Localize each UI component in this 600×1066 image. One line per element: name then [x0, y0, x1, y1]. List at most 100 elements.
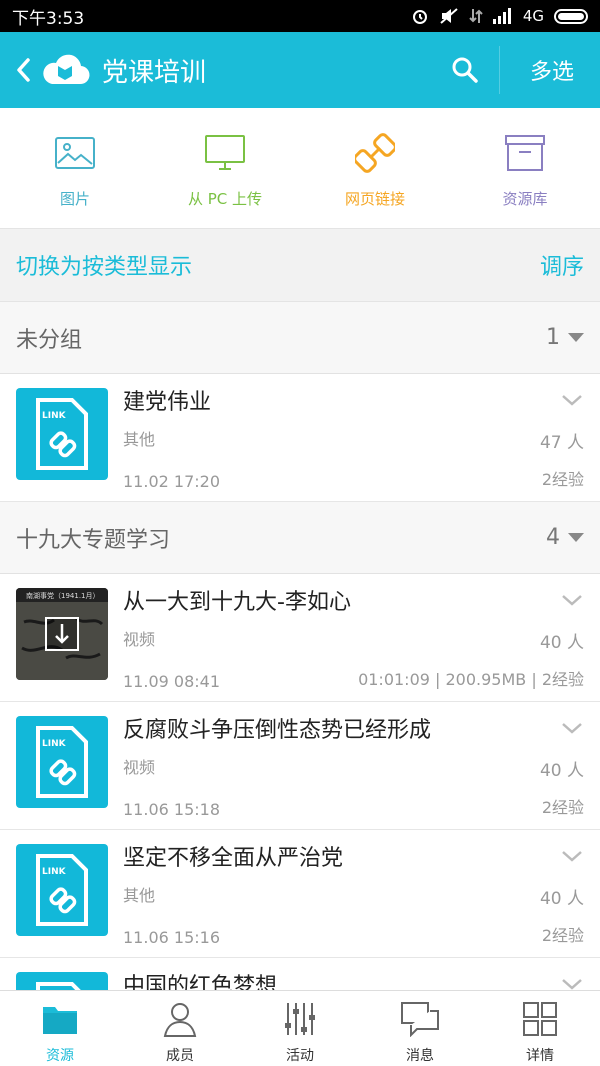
list-item[interactable]: LINK 反腐败斗争压倒性态势已经形成 视频 11.06 15:18 40 人 … [0, 702, 600, 830]
link-thumbnail: LINK [16, 972, 108, 990]
status-time: 下午3:53 [12, 8, 85, 29]
item-meta: 2经验 [541, 926, 584, 945]
archive-box-icon [505, 132, 545, 174]
link-thumbnail: LINK [16, 388, 108, 480]
item-views: 40 人 [539, 889, 584, 909]
video-frame-icon: 南湖事党（1941.1月） [16, 588, 108, 680]
upload-link-label: 网页链接 [344, 190, 405, 208]
tab-members-label: 成员 [166, 1048, 194, 1064]
video-caption: 南湖事党（1941.1月） [26, 591, 100, 600]
item-info: 坚定不移全面从严治党 其他 11.06 15:16 [123, 844, 584, 957]
tab-resources[interactable]: 资源 [0, 991, 120, 1066]
dropdown-triangle-icon [568, 533, 584, 542]
network-type: 4G [522, 7, 544, 25]
group-count-value: 1 [546, 325, 560, 350]
back-button[interactable] [8, 32, 38, 108]
header-divider [499, 46, 500, 94]
item-title: 建党伟业 [123, 390, 212, 415]
battery-icon [554, 8, 588, 24]
item-date: 11.06 15:18 [123, 800, 220, 819]
group-header[interactable]: 十九大专题学习 4 [0, 502, 600, 574]
item-category: 其他 [123, 430, 156, 449]
resource-list: 未分组 1 LINK 建党伟业 其他 11.02 17:20 47 人 2经验 … [0, 302, 600, 990]
item-info: 反腐败斗争压倒性态势已经形成 视频 11.06 15:18 [123, 716, 584, 829]
chevron-down-icon[interactable] [560, 388, 584, 412]
sliders-icon [283, 999, 317, 1039]
back-arrow-icon [17, 58, 30, 82]
mute-icon [439, 7, 459, 25]
search-button[interactable] [435, 32, 495, 108]
link-badge-text: LINK [42, 739, 67, 749]
tab-details[interactable]: 详情 [480, 991, 600, 1066]
item-views: 40 人 [539, 633, 584, 653]
chevron-down-icon[interactable] [560, 716, 584, 740]
group-count-value: 4 [546, 525, 560, 550]
list-item[interactable]: 南湖事党（1941.1月） 从一大到十九大-李如心 视频 11.09 08:41… [0, 574, 600, 702]
tab-details-label: 详情 [526, 1048, 554, 1064]
search-icon [452, 57, 478, 83]
page-title: 党课培训 [102, 57, 207, 88]
item-title: 坚定不移全面从严治党 [123, 846, 344, 871]
link-icon [355, 132, 395, 174]
upload-image-button[interactable]: 图片 [0, 108, 150, 228]
item-info: 中国的红色梦想 [123, 972, 584, 990]
tab-resources-label: 资源 [46, 1048, 74, 1064]
item-category: 视频 [123, 758, 156, 777]
upload-pc-button[interactable]: 从 PC 上传 [150, 108, 300, 228]
item-views: 47 人 [539, 433, 584, 453]
group-name: 未分组 [16, 327, 83, 353]
chat-icon [401, 999, 439, 1039]
group-count: 4 [546, 525, 584, 550]
signal-icon [492, 8, 513, 24]
person-icon [163, 999, 197, 1039]
bottom-nav: 资源 成员 活动 消息 详情 [0, 990, 600, 1066]
tab-messages[interactable]: 消息 [360, 991, 480, 1066]
folder-icon [42, 999, 78, 1039]
chevron-down-icon[interactable] [560, 972, 584, 990]
link-thumbnail: LINK [16, 844, 108, 936]
upload-library-button[interactable]: 资源库 [450, 108, 600, 228]
item-info: 建党伟业 其他 11.02 17:20 [123, 388, 584, 501]
toggle-display-mode-button[interactable]: 切换为按类型显示 [16, 249, 540, 281]
item-meta: 2经验 [541, 470, 584, 489]
item-category: 其他 [123, 886, 156, 905]
upload-link-button[interactable]: 网页链接 [300, 108, 450, 228]
link-badge-text: LINK [42, 411, 67, 421]
cloud-book-logo-icon [38, 50, 92, 90]
list-item[interactable]: LINK 中国的红色梦想 [0, 958, 600, 990]
tab-messages-label: 消息 [406, 1048, 434, 1064]
alarm-icon [411, 7, 429, 25]
link-file-icon: LINK [36, 854, 88, 926]
multi-select-button[interactable]: 多选 [504, 54, 600, 86]
link-file-icon: LINK [36, 982, 81, 990]
status-icons: 4G [411, 7, 588, 25]
status-bar: 下午3:53 4G [0, 0, 600, 32]
upload-library-label: 资源库 [502, 190, 548, 208]
upload-image-label: 图片 [59, 190, 90, 208]
item-date: 11.06 15:16 [123, 928, 220, 947]
reorder-button[interactable]: 调序 [540, 249, 584, 281]
upload-options: 图片 从 PC 上传 网页链接 资源库 [0, 108, 600, 228]
upload-pc-label: 从 PC 上传 [187, 190, 263, 208]
item-title: 中国的红色梦想 [123, 974, 278, 990]
video-thumbnail: 南湖事党（1941.1月） [16, 588, 108, 680]
monitor-icon [205, 132, 245, 174]
tab-members[interactable]: 成员 [120, 991, 240, 1066]
list-item[interactable]: LINK 建党伟业 其他 11.02 17:20 47 人 2经验 [0, 374, 600, 502]
link-thumbnail: LINK [16, 716, 108, 808]
chevron-down-icon[interactable] [560, 844, 584, 868]
item-views: 40 人 [539, 761, 584, 781]
group-header[interactable]: 未分组 1 [0, 302, 600, 374]
data-transfer-icon [469, 7, 483, 25]
item-meta: 01:01:09 | 200.95MB | 2经验 [358, 670, 584, 689]
grid-icon [523, 999, 557, 1039]
list-item[interactable]: LINK 坚定不移全面从严治党 其他 11.06 15:16 40 人 2经验 [0, 830, 600, 958]
group-name: 十九大专题学习 [16, 527, 171, 553]
tab-activities[interactable]: 活动 [240, 991, 360, 1066]
dropdown-triangle-icon [568, 333, 584, 342]
chevron-down-icon[interactable] [560, 588, 584, 612]
app-header: 党课培训 多选 [0, 32, 600, 108]
link-badge-text: LINK [42, 867, 67, 877]
tab-activities-label: 活动 [286, 1048, 314, 1064]
item-meta: 2经验 [541, 798, 584, 817]
